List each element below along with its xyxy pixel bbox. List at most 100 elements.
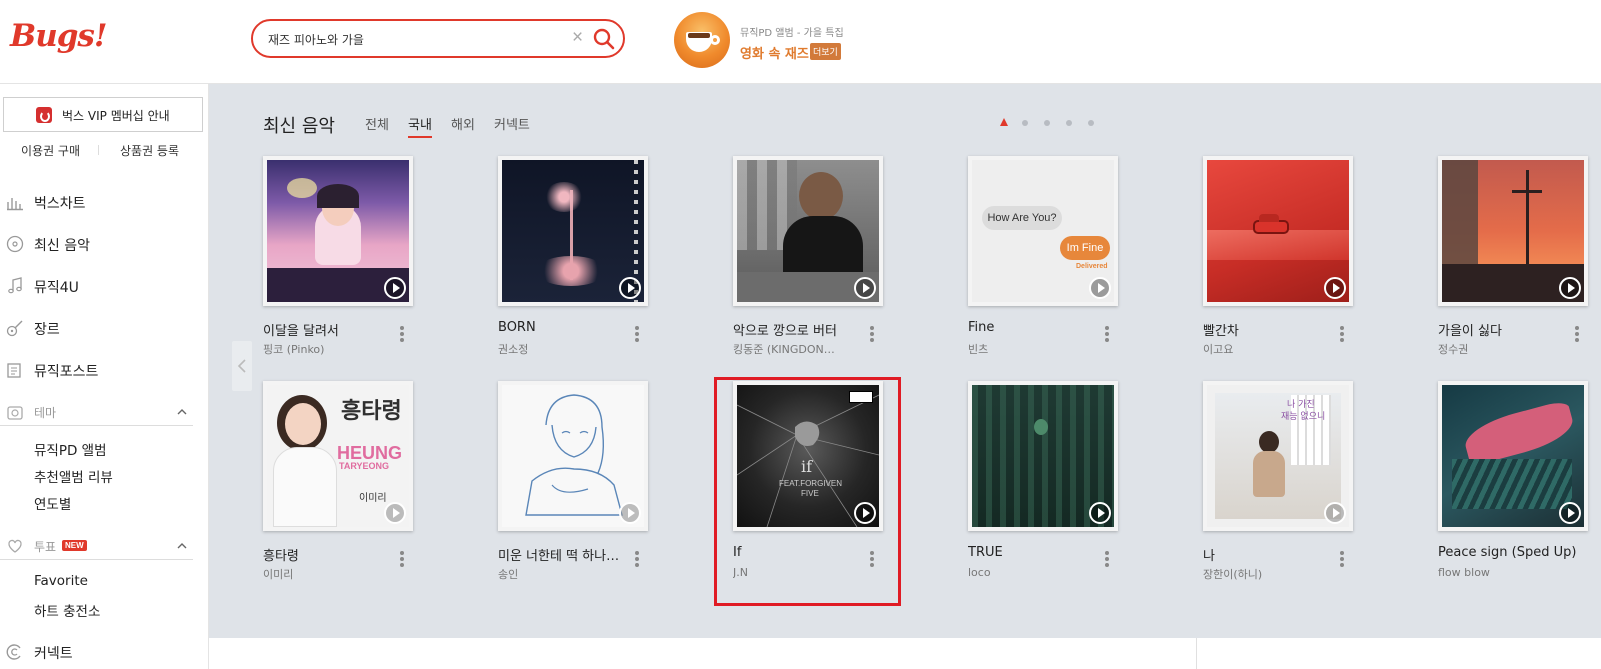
more-options-icon[interactable] xyxy=(1337,324,1347,344)
album-cover[interactable] xyxy=(1438,156,1588,306)
album-title[interactable]: 나 xyxy=(1203,545,1331,564)
more-options-icon[interactable] xyxy=(867,324,877,344)
album-cover[interactable] xyxy=(733,156,883,306)
more-options-icon[interactable] xyxy=(867,549,877,569)
promo-banner[interactable]: 뮤직PD 앨범 - 가을 특집 영화 속 재즈 더보기 xyxy=(674,12,894,70)
play-icon[interactable] xyxy=(1324,277,1346,299)
album-artist[interactable]: 장한이(하니) xyxy=(1203,566,1331,582)
play-icon[interactable] xyxy=(1089,502,1111,524)
pager-dot[interactable] xyxy=(1044,120,1050,126)
album-artist[interactable]: loco xyxy=(968,566,1096,579)
chevron-up-icon[interactable] xyxy=(176,405,188,417)
theme-item-yearly[interactable]: 연도별 xyxy=(34,493,71,513)
search-icon[interactable] xyxy=(593,28,617,50)
play-icon[interactable] xyxy=(1324,502,1346,524)
album-cover[interactable] xyxy=(498,381,648,531)
nav-label: 벅스차트 xyxy=(34,196,86,212)
more-options-icon[interactable] xyxy=(397,324,407,344)
album-artist[interactable]: 권소정 xyxy=(498,341,626,357)
album-cover[interactable] xyxy=(968,381,1118,531)
more-options-icon[interactable] xyxy=(1102,549,1112,569)
album-cover[interactable] xyxy=(498,156,648,306)
tab-connect[interactable]: 커넥트 xyxy=(494,114,530,136)
clear-icon[interactable]: × xyxy=(572,28,583,48)
album-cover[interactable]: if FEAT.FORGIVEN FIVE xyxy=(733,381,883,531)
album-title[interactable]: 이달을 달려서 xyxy=(263,320,391,339)
nav-item-chart[interactable]: 벅스차트 xyxy=(0,190,209,216)
album-artist[interactable]: J.N xyxy=(733,566,861,579)
album-artist[interactable]: 킹동준 (KINGDON… xyxy=(733,341,861,357)
tab-all[interactable]: 전체 xyxy=(365,114,389,136)
theme-item-review[interactable]: 추천앨범 리뷰 xyxy=(34,466,113,486)
play-icon[interactable] xyxy=(384,502,406,524)
nav-item-musicpost[interactable]: 뮤직포스트 xyxy=(0,358,209,384)
album-artist[interactable]: 핑코 (Pinko) xyxy=(263,341,391,357)
album-cover[interactable] xyxy=(1438,381,1588,531)
pager-dot[interactable] xyxy=(1000,118,1008,126)
nav-item-music4u[interactable]: 뮤직4U xyxy=(0,274,209,300)
chevron-up-icon[interactable] xyxy=(176,539,188,551)
promo-more-badge[interactable]: 더보기 xyxy=(810,43,841,60)
play-icon[interactable] xyxy=(854,277,876,299)
more-options-icon[interactable] xyxy=(397,549,407,569)
tab-domestic[interactable]: 국내 xyxy=(408,114,432,138)
pager-dot[interactable] xyxy=(1022,120,1028,126)
play-icon[interactable] xyxy=(619,502,641,524)
album-title[interactable]: Fine xyxy=(968,320,1096,335)
play-icon[interactable] xyxy=(384,277,406,299)
play-icon[interactable] xyxy=(854,502,876,524)
play-icon[interactable] xyxy=(1089,277,1111,299)
play-icon[interactable] xyxy=(619,277,641,299)
album-title[interactable]: 흥타령 xyxy=(263,545,391,564)
album-title[interactable]: 미운 너한테 떡 하나를 … xyxy=(498,545,626,564)
carousel-prev-button[interactable] xyxy=(232,341,252,391)
buy-pass-link[interactable]: 이용권 구매 xyxy=(21,142,80,159)
album-title[interactable]: TRUE xyxy=(968,545,1096,560)
section-vote: 투표 NEW xyxy=(0,534,193,560)
album-title[interactable]: If xyxy=(733,545,861,560)
cover-text: FIVE xyxy=(801,489,819,498)
theme-item-musicpd[interactable]: 뮤직PD 앨범 xyxy=(34,439,107,459)
play-icon[interactable] xyxy=(1559,502,1581,524)
album-cover[interactable] xyxy=(263,156,413,306)
more-options-icon[interactable] xyxy=(632,549,642,569)
album-title[interactable]: 가을이 싫다 xyxy=(1438,320,1566,339)
search-input[interactable] xyxy=(268,29,548,49)
nav-item-connect[interactable]: 커넥트 xyxy=(0,640,209,666)
vote-item-favorite[interactable]: Favorite xyxy=(34,573,88,589)
album-title[interactable]: Peace sign (Sped Up) xyxy=(1438,545,1578,560)
album-title[interactable]: BORN xyxy=(498,320,626,335)
album-artist[interactable]: 빈츠 xyxy=(968,341,1096,357)
album-cover[interactable]: 나 가진 재능 없으니 xyxy=(1203,381,1353,531)
chat-bubble-text: How Are You? xyxy=(982,206,1062,230)
bugs-vip-icon xyxy=(36,107,52,123)
more-options-icon[interactable] xyxy=(632,324,642,344)
nav-item-genre[interactable]: 장르 xyxy=(0,316,209,342)
album-cover[interactable] xyxy=(1203,156,1353,306)
album-artist[interactable]: 정수권 xyxy=(1438,341,1566,357)
tab-overseas[interactable]: 해외 xyxy=(451,114,475,136)
album-cover[interactable]: 흥타령 HEUNG TARYEONG 이미리 xyxy=(263,381,413,531)
album-artist[interactable]: flow blow xyxy=(1438,566,1566,579)
register-voucher-link[interactable]: 상품권 등록 xyxy=(120,142,179,159)
pager-dot[interactable] xyxy=(1088,120,1094,126)
vip-membership-button[interactable]: 벅스 VIP 멤버십 안내 xyxy=(3,97,203,132)
more-options-icon[interactable] xyxy=(1102,324,1112,344)
album-cover[interactable]: How Are You? Im Fine Delivered xyxy=(968,156,1118,306)
bugs-logo[interactable]: Bugs! xyxy=(10,18,107,54)
album-title[interactable]: 빨간차 xyxy=(1203,320,1331,339)
nav-item-new-music[interactable]: 최신 음악 xyxy=(0,232,209,258)
album-card: Peace sign (Sped Up) flow blow xyxy=(1438,381,1601,601)
more-options-icon[interactable] xyxy=(1572,324,1582,344)
album-title[interactable]: 악으로 깡으로 버터 xyxy=(733,320,861,339)
vote-item-heart-charge[interactable]: 하트 충전소 xyxy=(34,600,100,620)
nav-label: 뮤직포스트 xyxy=(34,364,99,380)
album-artist[interactable]: 이미리 xyxy=(263,566,391,582)
play-icon[interactable] xyxy=(1559,277,1581,299)
album-artist[interactable]: 이고요 xyxy=(1203,341,1331,357)
more-options-icon[interactable] xyxy=(1337,549,1347,569)
header: Bugs! × 뮤직PD 앨범 - 가을 특집 영화 속 재즈 더보기 xyxy=(0,0,1601,84)
pager-dot[interactable] xyxy=(1066,120,1072,126)
cover-text: TARYEONG xyxy=(339,461,390,471)
album-artist[interactable]: 송인 xyxy=(498,566,626,582)
